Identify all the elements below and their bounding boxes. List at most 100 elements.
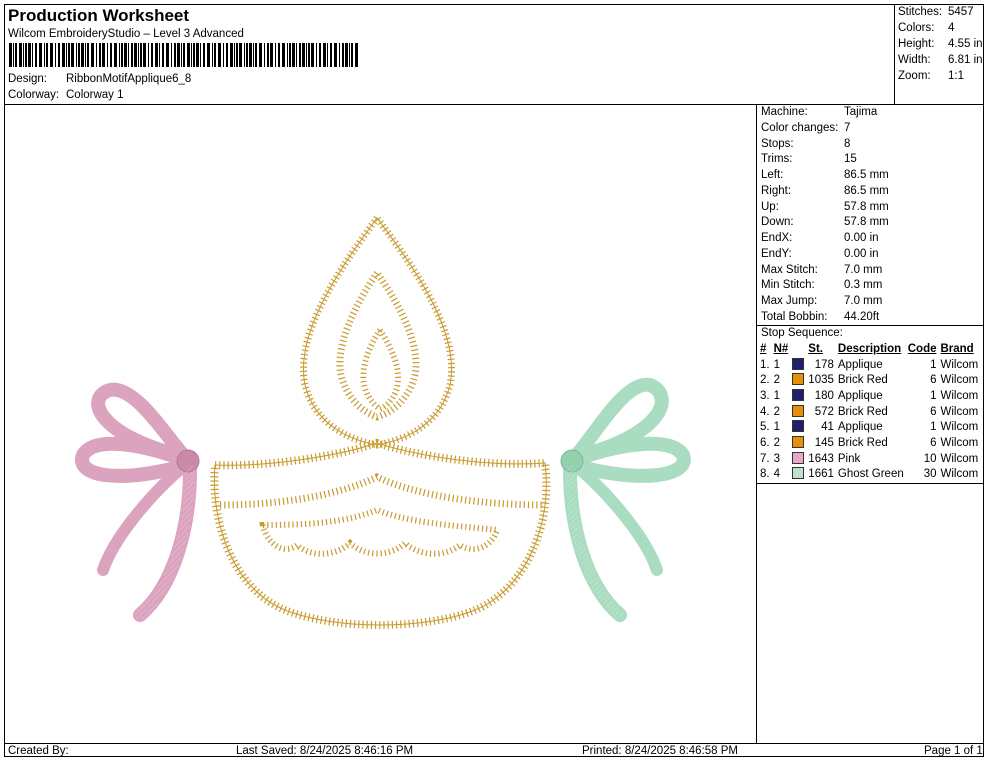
barcode-bar <box>289 43 291 67</box>
seq-bottom-divider <box>756 483 984 484</box>
thread-brand: Wilcom <box>940 421 979 434</box>
printed-date: Printed: 8/24/2025 8:46:58 PM <box>582 745 738 757</box>
table-row: 8. 4 1661 Ghost Green 30 Wilcom <box>758 467 980 483</box>
stop-sequence-table: # N# St. Description Code Brand 1. 1 178 Ap… <box>758 341 980 482</box>
info-seq-divider <box>756 325 984 326</box>
footer-divider <box>4 743 984 744</box>
barcode-bar <box>302 43 305 67</box>
down-value: 57.8 mm <box>844 216 889 228</box>
barcode-bar <box>148 43 149 67</box>
barcode-bar <box>311 43 314 67</box>
trims-value: 15 <box>844 153 857 165</box>
barcode-bar <box>191 43 192 67</box>
barcode-bar <box>207 43 210 67</box>
barcode-bar <box>255 43 257 67</box>
barcode-bar <box>99 43 101 67</box>
color-swatch-icon <box>792 388 805 401</box>
stitch-count: 180 <box>814 389 834 402</box>
barcode-bar <box>9 43 12 67</box>
color-swatch <box>790 404 806 420</box>
color-swatch <box>790 451 806 467</box>
stops-value: 8 <box>844 138 851 150</box>
color-code: 6 <box>930 405 937 418</box>
barcode-bar <box>264 43 265 67</box>
color-description: Brick Red <box>837 374 888 387</box>
width-label: Width: <box>898 54 931 66</box>
needle-num: 3 <box>773 452 780 465</box>
barcode-bar <box>171 43 172 67</box>
barcode-bar <box>355 43 358 67</box>
color-code: 6 <box>930 374 937 387</box>
barcode-bar <box>151 43 153 67</box>
barcode-bar <box>334 43 337 67</box>
page-number: Page 1 of 1 <box>924 745 983 757</box>
barcode-bar <box>102 43 105 67</box>
barcode-bar <box>249 43 252 67</box>
color-swatch <box>790 467 806 483</box>
barcode-bar <box>50 43 53 67</box>
barcode-bar <box>159 43 160 67</box>
barcode-bar <box>28 43 31 67</box>
color-swatch-icon <box>792 357 805 370</box>
up-value: 57.8 mm <box>844 201 889 213</box>
left-value: 86.5 mm <box>844 169 889 181</box>
max-stitch-label: Max Stitch: <box>761 264 818 276</box>
barcode-bar <box>58 43 60 67</box>
machine-label: Machine: <box>761 106 808 118</box>
color-swatch <box>790 419 806 435</box>
endx-label: EndX: <box>761 232 793 244</box>
barcode-bar <box>32 43 33 67</box>
col-color <box>790 341 806 357</box>
barcode-bar <box>62 43 65 67</box>
min-stitch-value: 0.3 mm <box>844 279 883 291</box>
barcode-bar <box>270 43 273 67</box>
barcode-bar <box>299 43 301 67</box>
barcode-bar <box>140 43 142 67</box>
color-swatch-icon <box>792 467 805 480</box>
design-value: RibbonMotifApplique6_8 <box>66 73 192 85</box>
barcode-bar <box>244 43 245 67</box>
thread-brand: Wilcom <box>940 452 979 465</box>
barcode-bar <box>234 43 235 67</box>
barcode-bar <box>306 43 307 67</box>
seq-num: 1. <box>760 358 770 371</box>
col-needle: N# <box>773 342 789 355</box>
color-swatch-icon <box>792 435 805 448</box>
barcode-bar <box>19 43 22 67</box>
barcode-bar <box>203 43 205 67</box>
barcode-bar <box>226 43 228 67</box>
software-name: Wilcom EmbroideryStudio – Level 3 Advanc… <box>8 28 244 40</box>
design-panel-divider <box>756 104 757 744</box>
right-label: Right: <box>761 185 792 197</box>
min-stitch-label: Min Stitch: <box>761 279 815 291</box>
barcode-bar <box>246 43 248 67</box>
stop-sequence-header: # N# St. Description Code Brand <box>758 341 980 357</box>
seq-num: 6. <box>760 436 770 449</box>
diya-lamp <box>210 212 551 629</box>
color-changes-value: 7 <box>844 122 851 134</box>
colors-value: 4 <box>948 22 955 34</box>
barcode-bar <box>155 43 158 67</box>
down-label: Down: <box>761 216 794 228</box>
color-code: 1 <box>930 358 937 371</box>
barcode-bar <box>259 43 262 67</box>
barcode-bar <box>342 43 344 67</box>
barcode-bar <box>316 43 317 67</box>
stops-label: Stops: <box>761 138 794 150</box>
barcode-bar <box>110 43 112 67</box>
barcode-bar <box>138 43 139 67</box>
thread-brand: Wilcom <box>940 468 979 481</box>
thread-brand: Wilcom <box>940 374 979 387</box>
stop-sequence-title: Stop Sequence: <box>761 327 843 339</box>
needle-num: 4 <box>773 468 780 481</box>
design-preview <box>75 212 691 629</box>
stitches-label: Stitches: <box>898 6 943 18</box>
stitch-count: 1035 <box>808 374 834 387</box>
barcode-bar <box>85 43 86 67</box>
barcode-bar <box>68 43 70 67</box>
color-swatch <box>790 357 806 373</box>
table-row: 4. 2 572 Brick Red 6 Wilcom <box>758 404 980 420</box>
color-code: 30 <box>923 468 937 481</box>
machine-value: Tajima <box>844 106 878 118</box>
needle-num: 1 <box>773 421 780 434</box>
